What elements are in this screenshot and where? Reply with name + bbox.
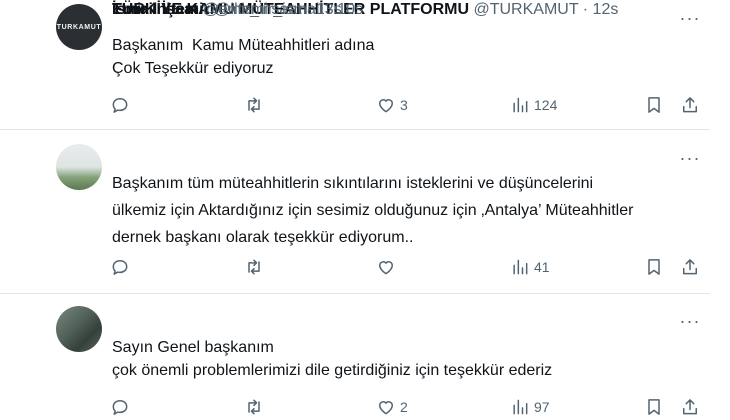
more-icon[interactable]: ··· [680,148,700,168]
timestamp[interactable]: 12s [593,1,619,18]
view-count: 124 [534,97,558,113]
author-handle[interactable]: @TURKAMUT [473,1,578,18]
share-button[interactable] [680,395,700,419]
bookmark-button[interactable] [644,255,664,279]
heart-icon [379,99,393,113]
reply-icon [112,98,128,113]
tweet-text-line: ülkemiz için Aktardığınız için sesimiz o… [112,202,634,219]
views-button[interactable]: 97 [510,395,550,419]
bookmark-icon [648,399,660,415]
tweet-text-line: çok önemli problemlerimizi dile getirdiğ… [112,362,553,379]
tweet-actions: 41 [110,255,710,279]
views-button[interactable]: 124 [510,93,557,117]
views-icon [513,97,528,113]
retweet-icon [248,259,260,275]
like-button[interactable] [376,255,400,279]
separator-dot: · [582,1,589,18]
tweet-text: Sayın Genel başkanım çok önemli probleml… [112,336,552,382]
retweet-button[interactable] [244,395,268,419]
heart-icon [379,261,393,275]
like-count: 2 [400,399,408,415]
share-icon [683,97,697,113]
share-icon [683,259,697,275]
bookmark-icon [648,97,660,113]
avatar[interactable] [56,144,102,190]
separator-dot: · [306,1,312,18]
tweet-text-line: Başkanım Kamu Müteahhitleri adına [112,37,375,54]
reply-icon [112,260,128,275]
like-button[interactable]: 3 [376,93,408,117]
like-button[interactable]: 2 [376,395,408,419]
view-count: 41 [534,259,550,275]
more-icon[interactable]: ··· [680,8,700,28]
views-icon [513,259,528,275]
reply-icon [112,400,128,415]
avatar[interactable] [56,306,102,352]
share-button[interactable] [680,93,700,117]
share-icon [683,399,697,415]
share-button[interactable] [680,255,700,279]
retweet-icon [248,97,260,113]
reply-button[interactable] [110,395,134,419]
tweet-text: Başkanım Kamu Müteahhitleri adına Çok Te… [112,34,374,80]
tweet-actions: 2 97 [110,395,710,419]
tweet-feed: TURKAMUT TÜRKİYE KAMU MÜTEAHHİTLER PLATF… [0,0,730,420]
retweet-button[interactable] [244,255,268,279]
tweet-text-line: Sayın Genel başkanım [112,339,274,356]
heart-icon [379,401,393,415]
retweet-icon [248,399,260,415]
tweet-text-line: Çok Teşekkür ediyoruz [112,60,274,77]
tweet-header: Emir inşaat @emir_insaat · 13s [112,0,342,20]
reply-button[interactable] [110,255,134,279]
bookmark-button[interactable] [644,395,664,419]
avatar-logo-text: TURKAMUT [56,23,102,31]
views-button[interactable]: 41 [510,255,550,279]
views-icon [513,399,528,415]
tweet-text-line: Başkanım tüm müteahhitlerin sıkıntıların… [112,175,594,192]
more-icon[interactable]: ··· [680,311,700,331]
author-handle[interactable]: @emir_insaat [203,1,302,18]
like-count: 3 [400,97,408,113]
bookmark-icon [648,259,660,275]
author-name[interactable]: Emir inşaat [112,1,198,18]
avatar[interactable]: TURKAMUT [56,4,102,50]
bookmark-button[interactable] [644,93,664,117]
tweet-text-line: dernek başkanı olarak teşekkür ediyorum.… [112,229,414,246]
view-count: 97 [534,399,550,415]
retweet-button[interactable] [244,93,268,117]
timestamp[interactable]: 13s [316,1,342,18]
tweet-actions: 3 124 [110,93,710,117]
reply-button[interactable] [110,93,134,117]
tweet-text: Başkanım tüm müteahhitlerin sıkıntıların… [112,172,633,249]
